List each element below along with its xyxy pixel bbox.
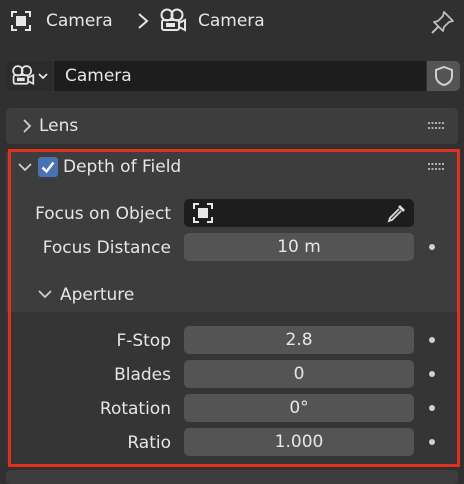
shield-icon [435, 65, 453, 87]
chevron-right-icon [138, 13, 149, 29]
camera-data-icon [12, 65, 35, 86]
highlight-box [8, 149, 460, 467]
object-icon [11, 11, 31, 31]
breadcrumb-object-label: Camera [46, 11, 113, 31]
pin-icon[interactable] [430, 9, 456, 35]
next-panel-header[interactable] [6, 470, 458, 484]
lens-panel-label: Lens [39, 116, 79, 136]
datablock-type-button[interactable] [6, 61, 52, 91]
breadcrumb-data-label: Camera [198, 11, 265, 31]
drag-handle-icon[interactable] [428, 122, 444, 130]
chevron-down-icon [38, 73, 48, 80]
datablock-name-text: Camera [65, 66, 132, 86]
chevron-right-icon [23, 119, 32, 133]
camera-data-icon [160, 8, 186, 32]
fake-user-button[interactable] [427, 61, 460, 91]
